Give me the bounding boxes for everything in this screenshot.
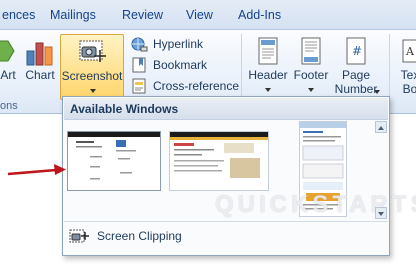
tab-review[interactable]: Review [122, 8, 163, 22]
thumbnails-scrollbar[interactable] [375, 121, 387, 219]
chevron-down-icon [374, 90, 380, 94]
globe-link-icon [131, 37, 148, 52]
smartart-button[interactable]: Art [0, 34, 20, 100]
screen-clipping-label: Screen Clipping [97, 229, 182, 243]
camera-icon [79, 40, 106, 62]
chevron-down-icon [265, 88, 271, 92]
tab-view[interactable]: View [186, 8, 213, 22]
bookmark-button[interactable]: Bookmark [131, 55, 241, 75]
page-number-button[interactable]: # Page Number [332, 34, 380, 100]
bookmark-icon [132, 57, 146, 73]
svg-text:A: A [405, 45, 415, 58]
chart-label: Chart [25, 68, 55, 82]
screenshot-dropdown: Available Windows QUICKSTARTS Screen Cli… [62, 96, 416, 256]
footer-icon [301, 37, 321, 65]
window-preview [170, 132, 268, 190]
screenshot-button[interactable]: Screenshot [60, 34, 124, 100]
chart-button[interactable]: Chart [24, 34, 56, 100]
text-box-label: Tex Bo [400, 68, 416, 96]
hyperlink-button[interactable]: Hyperlink [131, 34, 241, 54]
hyperlink-label: Hyperlink [153, 37, 204, 51]
smartart-label: Art [0, 68, 16, 82]
chevron-down-icon [378, 212, 384, 216]
cross-reference-button[interactable]: Cross-reference [131, 76, 241, 96]
tab-mailings[interactable]: Mailings [50, 8, 96, 22]
chart-icon [26, 42, 53, 66]
footer-button[interactable]: Footer [290, 34, 332, 100]
chevron-down-icon [308, 88, 314, 92]
window-thumbnail[interactable] [67, 131, 161, 191]
header-label: Header [248, 68, 288, 82]
screen-clipping-item[interactable]: Screen Clipping [64, 223, 388, 249]
page-number-icon: # [346, 37, 366, 65]
chevron-down-icon [90, 89, 96, 93]
cross-reference-icon [132, 78, 146, 94]
scroll-up-button[interactable] [375, 121, 387, 133]
footer-label: Footer [293, 68, 329, 82]
smartart-icon [0, 40, 15, 62]
window-preview [68, 132, 160, 190]
header-button[interactable]: Header [246, 34, 290, 100]
group-label: ons [0, 100, 18, 112]
text-box-button[interactable]: A Tex Bo [396, 34, 416, 100]
scroll-down-button[interactable] [375, 207, 387, 219]
chevron-up-icon [378, 126, 384, 130]
window-thumbnail[interactable] [169, 131, 269, 191]
tab-add-ins[interactable]: Add-Ins [238, 8, 281, 22]
screenshot-label: Screenshot [61, 69, 123, 83]
screen-clipping-icon [69, 229, 89, 243]
red-arrow-annotation [8, 164, 66, 176]
tab-references[interactable]: ences [2, 8, 35, 22]
page-number-label: Page Number [334, 68, 378, 96]
ribbon-tab-strip: ences Mailings Review View Add-Ins [0, 0, 416, 30]
cross-reference-label: Cross-reference [153, 79, 240, 93]
bookmark-label: Bookmark [153, 58, 208, 72]
available-windows-heading: Available Windows [64, 98, 388, 120]
menu-divider [64, 221, 388, 222]
header-icon [258, 37, 278, 65]
text-box-icon: A [402, 39, 416, 63]
svg-text:#: # [352, 44, 362, 58]
